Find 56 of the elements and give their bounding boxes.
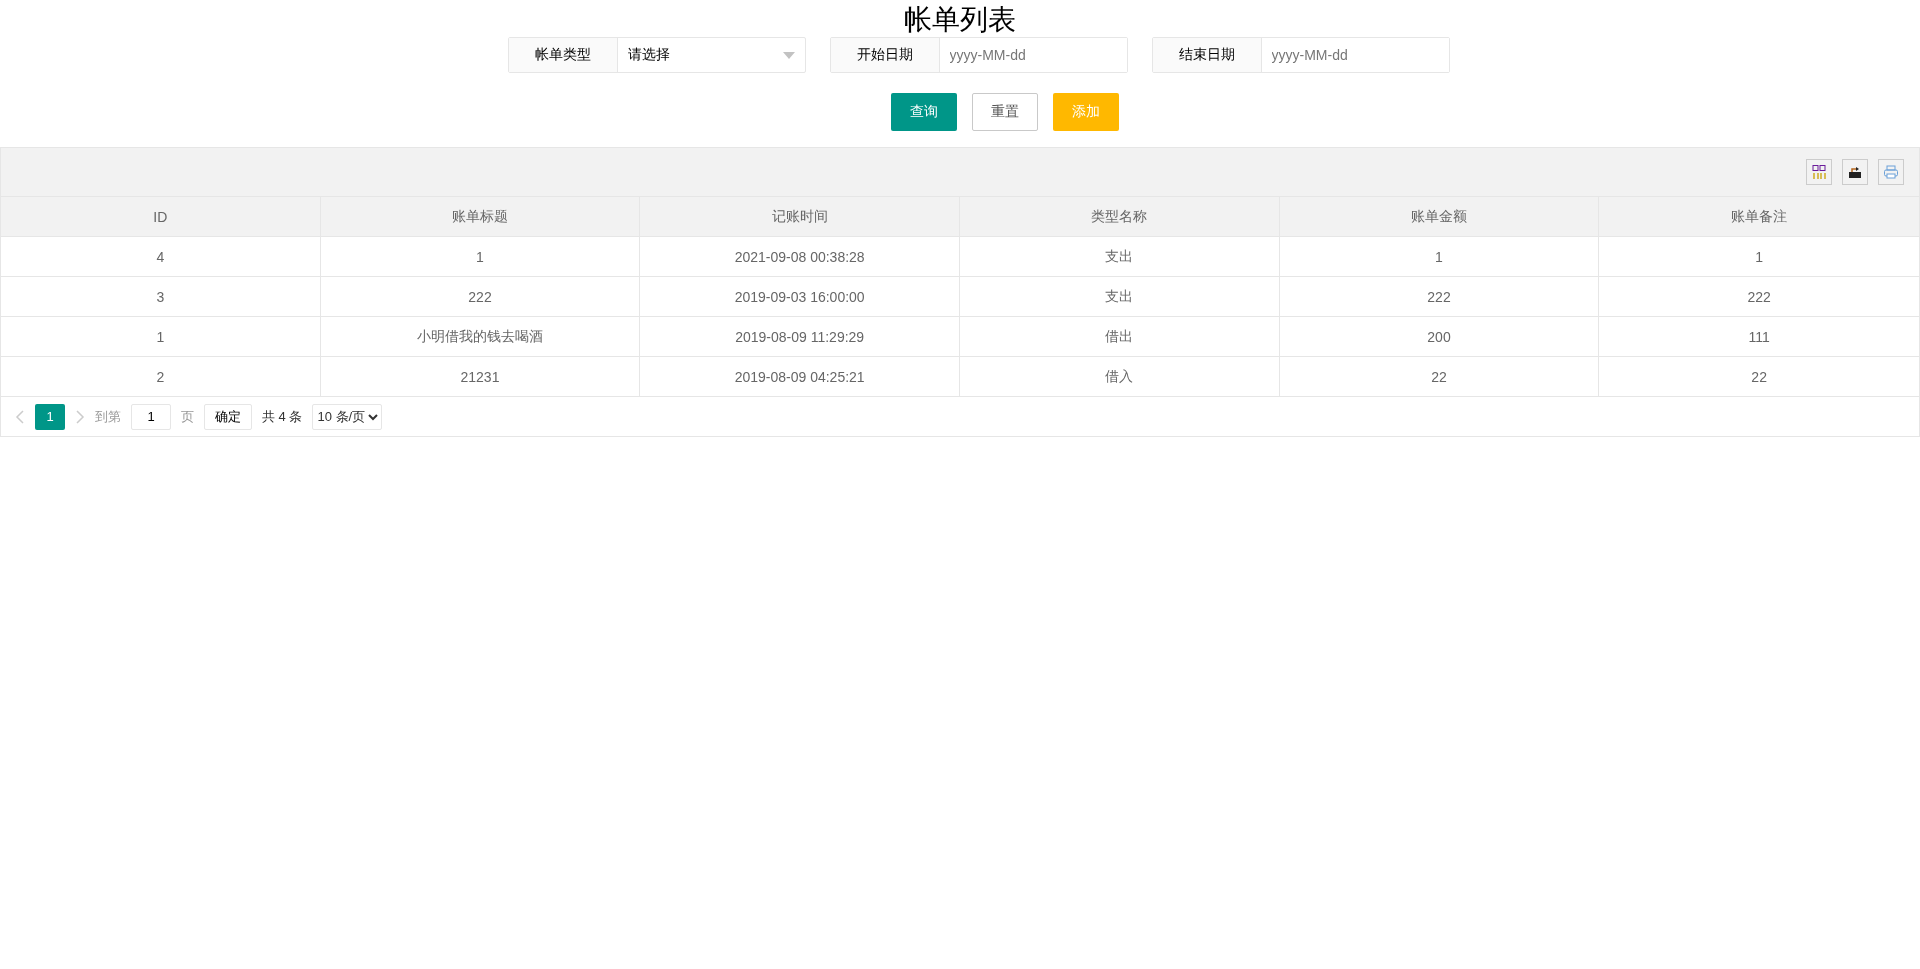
table-cell: 222 [320,277,641,317]
date-field[interactable]: 开始日期 yyyy-MM-dd [829,37,1128,73]
page-unit: 页 [181,407,194,426]
export-icon [1847,164,1863,180]
table-cell: 2019-08-09 11:29:29 [640,317,960,357]
page-title: 帐单列表 [903,3,1017,37]
table-cell: 1 [1279,237,1600,277]
action-button[interactable]: 重置 [972,93,1038,131]
column-header: 账单备注 [1599,197,1919,237]
select-value: 请选择 [627,46,670,64]
table-cell: 支出 [960,237,1280,277]
column-header: ID [1,197,321,237]
table-cell: 222 [1599,277,1919,317]
table-cell: 2021-09-08 00:38:28 [640,237,960,277]
previous-page-icon[interactable] [15,409,25,424]
date-field[interactable]: 结束日期 yyyy-MM-dd [1151,37,1450,73]
table-cell: 借入 [960,357,1280,397]
print-button[interactable] [1878,159,1904,185]
export-button[interactable] [1842,159,1868,185]
page-button[interactable]: 1 [35,403,65,430]
column-header: 账单标题 [320,197,641,237]
page-size-select[interactable]: 10 条/页 [312,403,383,430]
page-input[interactable]: 1 [131,403,171,430]
table-cell: 小明借我的钱去喝酒 [320,317,641,357]
print-icon [1883,164,1899,180]
table-cell: 222 [1279,277,1600,317]
confirm-button[interactable]: 确定 [204,403,252,430]
table-cell: 21231 [320,357,641,397]
column-header: 记账时间 [640,197,960,237]
next-page-icon[interactable] [75,409,85,424]
field-label: 帐单类型 [508,38,618,72]
table-cell: 支出 [960,277,1280,317]
table-cell: 2 [1,357,321,397]
table-cell: 1 [1,317,321,357]
table-cell: 22 [1279,357,1600,397]
table-cell: 借出 [960,317,1280,357]
table-cell: 111 [1599,317,1919,357]
table-cell: 2019-08-09 04:25:21 [640,357,960,397]
field-label: 开始日期 [830,38,940,72]
action-button[interactable]: 查询 [891,93,957,131]
field-label: 结束日期 [1152,38,1262,72]
column-header: 类型名称 [960,197,1280,237]
table-cell: 3 [1,277,321,317]
table-cell: 22 [1599,357,1919,397]
type-select[interactable]: 帐单类型 请选择 [507,37,806,73]
table-cell: 1 [1599,237,1919,277]
column-header: 账单金额 [1279,197,1600,237]
caret-icon [782,51,795,59]
table-cell: 1 [320,237,641,277]
columns-button[interactable] [1806,159,1832,185]
table-cell: 4 [1,237,321,277]
table-cell: 200 [1279,317,1600,357]
total-count: 共 4 条 [262,407,303,426]
table-cell: 2019-09-03 16:00:00 [640,277,960,317]
columns-icon [1811,164,1827,180]
goto-label: 到第 [95,407,121,426]
